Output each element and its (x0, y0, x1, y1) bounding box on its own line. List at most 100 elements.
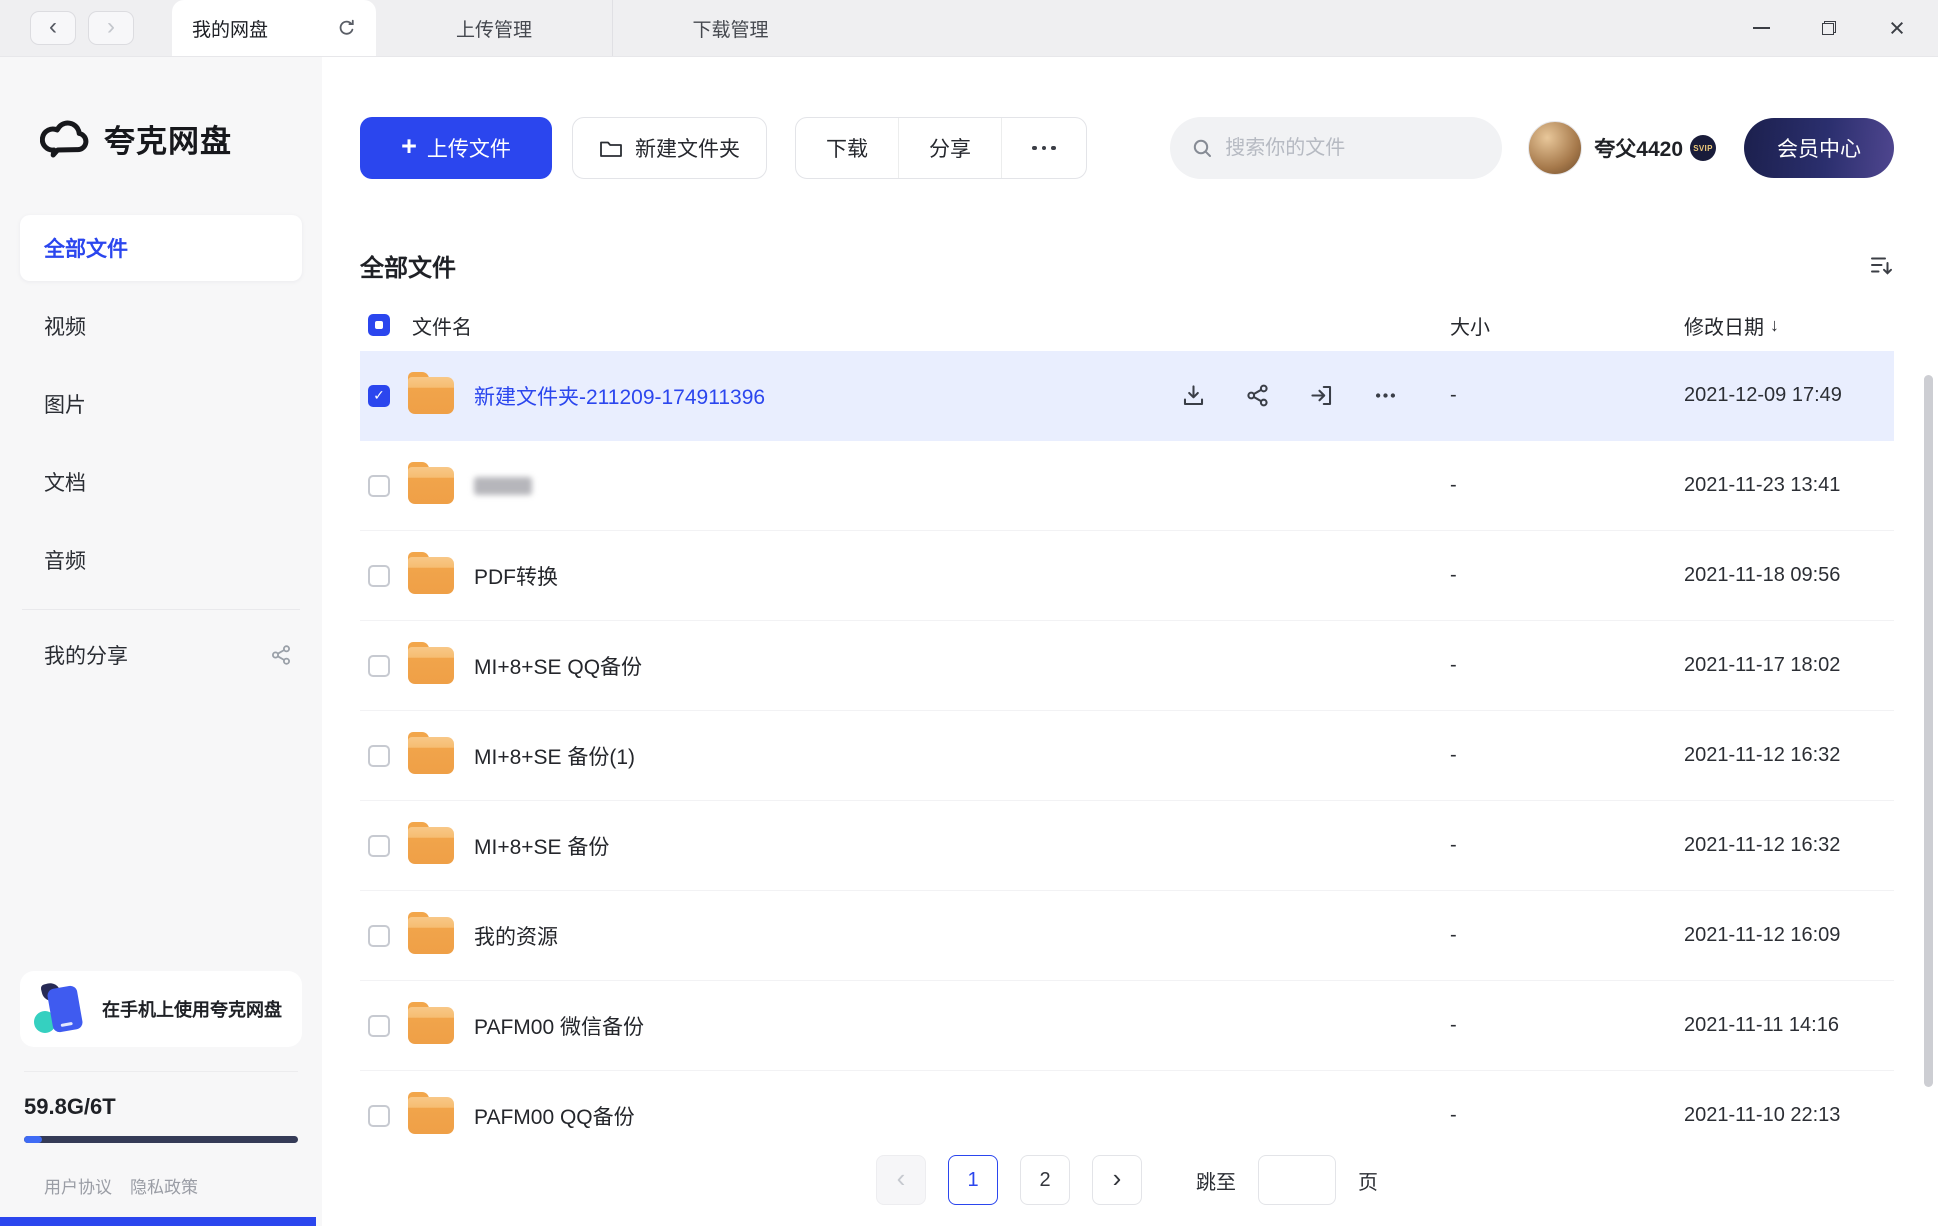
file-name[interactable]: PAFM00 微信备份 (474, 1011, 644, 1041)
new-folder-label: 新建文件夹 (635, 138, 740, 161)
file-row[interactable]: MI+8+SE 备份(1) - 2021-11-12 16:32 (360, 711, 1894, 801)
row-checkbox[interactable] (368, 474, 390, 497)
file-date: 2021-11-10 22:13 (1684, 1104, 1841, 1126)
column-header-date[interactable]: 修改日期 ↓ (1684, 311, 1894, 340)
jump-page-input[interactable] (1258, 1155, 1336, 1205)
file-name[interactable]: MI+8+SE 备份 (474, 831, 609, 861)
sidebar-item-videos[interactable]: 视频 (20, 293, 302, 359)
search-input[interactable] (1225, 136, 1481, 160)
search-box (1170, 117, 1503, 179)
main-content: + 上传文件 新建文件夹 下载 分享 搜索你的文件 夸父4420 SVIP 会员… (322, 57, 1938, 1226)
row-checkbox[interactable] (368, 924, 390, 947)
more-actions-button[interactable] (1001, 118, 1086, 178)
file-name[interactable]: MI+8+SE QQ备份 (474, 651, 642, 681)
close-icon: × (1889, 13, 1905, 43)
file-row[interactable]: MI+8+SE 备份 - 2021-11-12 16:32 (360, 801, 1894, 891)
page-button-1[interactable]: 1 (948, 1155, 998, 1205)
file-row[interactable]: PDF转换 - 2021-11-18 09:56 (360, 531, 1894, 621)
sidebar-item-all-files[interactable]: 全部文件 (20, 215, 302, 281)
file-size: - (1450, 384, 1457, 406)
sidebar-item-audio[interactable]: 音频 (20, 527, 302, 593)
privacy-policy-link[interactable]: 隐私政策 (130, 1173, 198, 1198)
move-to-icon[interactable] (1308, 383, 1334, 409)
download-button[interactable]: 下载 (796, 118, 898, 178)
tab-upload-manager[interactable]: 上传管理 (376, 0, 612, 56)
file-row[interactable]: 我的资源 - 2021-11-12 16:09 (360, 891, 1894, 981)
row-checkbox[interactable] (368, 1104, 390, 1127)
member-center-button[interactable]: 会员中心 (1744, 118, 1894, 178)
download-icon[interactable] (1180, 383, 1206, 409)
back-button[interactable]: ‹ (30, 11, 76, 45)
username: 夸父4420 (1594, 138, 1683, 161)
file-row[interactable]: PAFM00 微信备份 - 2021-11-11 14:16 (360, 981, 1894, 1071)
tab-my-drive[interactable]: 我的网盘 (172, 0, 376, 56)
chevron-right-icon: › (107, 12, 115, 40)
upload-file-button[interactable]: + 上传文件 (360, 117, 552, 179)
section-header: 全部文件 (360, 245, 1894, 285)
user-menu[interactable]: 夸父4420 SVIP (1528, 121, 1716, 175)
close-button[interactable]: × (1884, 13, 1910, 43)
file-name[interactable]: 新建文件夹-211209-174911396 (474, 381, 765, 411)
nav-label: 全部文件 (44, 238, 128, 261)
row-checkbox[interactable] (368, 654, 390, 677)
new-folder-button[interactable]: 新建文件夹 (572, 117, 767, 179)
date-header-label: 修改日期 (1684, 316, 1764, 339)
sidebar-item-my-shares[interactable]: 我的分享 (0, 622, 322, 688)
file-date: 2021-11-18 09:56 (1684, 564, 1841, 586)
minimize-icon (1752, 27, 1770, 29)
refresh-icon[interactable] (337, 19, 356, 38)
upload-label: 上传文件 (426, 138, 511, 161)
forward-button[interactable]: › (88, 11, 134, 45)
share-label: 分享 (929, 138, 971, 161)
window-controls: × (1748, 0, 1910, 56)
download-label: 下载 (826, 138, 868, 161)
maximize-button[interactable] (1816, 15, 1842, 41)
file-row[interactable]: - 2021-11-23 13:41 (360, 441, 1894, 531)
avatar (1528, 121, 1583, 175)
nav-buttons: ‹ › (30, 0, 134, 56)
sidebar-item-images[interactable]: 图片 (20, 371, 302, 437)
sort-desc-icon: ↓ (1770, 314, 1779, 335)
promo-text: 在手机上使用夸克网盘 (102, 1000, 282, 1020)
pagination: ‹ 1 2 › 跳至 页 (360, 1134, 1894, 1226)
page-button-2[interactable]: 2 (1020, 1155, 1070, 1205)
file-row[interactable]: 新建文件夹-211209-174911396 (360, 351, 1894, 441)
list-sort-icon[interactable] (1868, 252, 1894, 278)
tab-label: 下载管理 (692, 19, 769, 41)
user-agreement-link[interactable]: 用户协议 (44, 1173, 112, 1198)
file-row[interactable]: PAFM00 QQ备份 - 2021-11-10 22:13 (360, 1071, 1894, 1134)
file-name[interactable]: MI+8+SE 备份(1) (474, 741, 635, 771)
share-nodes-icon[interactable] (1244, 383, 1270, 409)
prev-page-button[interactable]: ‹ (876, 1155, 926, 1205)
row-checkbox[interactable] (368, 744, 390, 767)
file-date: 2021-11-11 14:16 (1684, 1014, 1839, 1036)
sidebar-item-documents[interactable]: 文档 (20, 449, 302, 515)
share-button[interactable]: 分享 (898, 118, 1001, 178)
row-checkbox[interactable] (368, 384, 390, 407)
folder-icon (408, 1092, 454, 1134)
nav-label: 视频 (44, 316, 86, 339)
tab-label: 上传管理 (455, 19, 532, 41)
select-all-checkbox[interactable] (368, 314, 390, 336)
sidebar: 夸克网盘 全部文件 视频 图片 文档 音频 我的分享 在手机上使用夸克网盘 59… (0, 57, 322, 1226)
file-name[interactable]: PDF转换 (474, 561, 558, 591)
next-page-button[interactable]: › (1092, 1155, 1142, 1205)
file-name[interactable]: PAFM00 QQ备份 (474, 1101, 635, 1131)
nav-label: 图片 (44, 394, 86, 417)
file-size: - (1450, 744, 1457, 766)
file-name[interactable]: 我的资源 (474, 921, 558, 951)
file-row[interactable]: MI+8+SE QQ备份 - 2021-11-17 18:02 (360, 621, 1894, 711)
row-checkbox[interactable] (368, 1014, 390, 1037)
search-icon (1192, 138, 1213, 159)
page-title: 全部文件 (360, 254, 456, 282)
minimize-button[interactable] (1748, 15, 1774, 41)
more-icon[interactable] (1372, 383, 1398, 409)
row-actions (1180, 351, 1398, 440)
table-header: 文件名 大小 修改日期 ↓ (360, 299, 1894, 351)
chevron-left-icon: ‹ (896, 1163, 906, 1193)
vertical-scrollbar[interactable] (1924, 375, 1933, 1087)
page-number: 1 (967, 1168, 979, 1191)
row-checkbox[interactable] (368, 564, 390, 587)
tab-download-manager[interactable]: 下载管理 (612, 0, 848, 56)
row-checkbox[interactable] (368, 834, 390, 857)
